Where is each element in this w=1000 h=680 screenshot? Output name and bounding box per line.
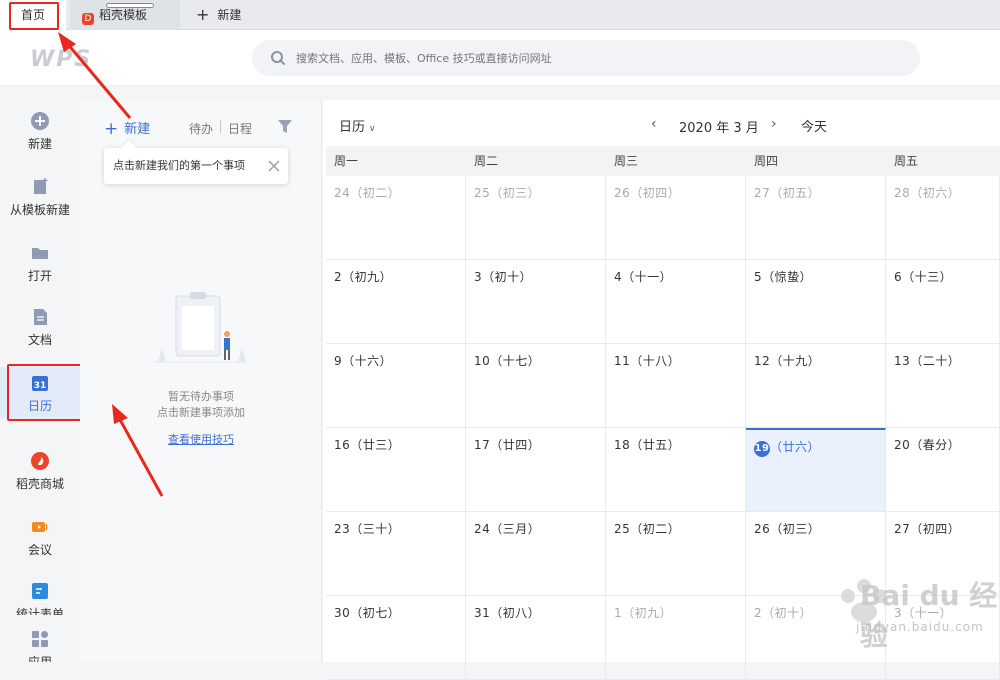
next-month-button[interactable]: › (771, 116, 777, 132)
calendar-day-cell[interactable]: 4（十一） (606, 260, 746, 344)
weekday-label: 周三 (614, 154, 639, 168)
calendar-day-cell[interactable]: 30（初七） (326, 596, 466, 680)
day-label: （廿六） (770, 440, 821, 454)
sidebar-item-label: 稻壳商城 (15, 477, 64, 491)
sidebar-item-label: 打开 (27, 269, 52, 283)
sidebar-item-open[interactable]: 打开 (0, 243, 80, 305)
calendar-day-cell[interactable]: 9（十六） (326, 344, 466, 428)
meeting-icon (32, 522, 48, 532)
sidebar-item-new[interactable]: 新建 (0, 111, 80, 173)
search-icon (271, 51, 286, 66)
empty-clipboard-illustration (154, 292, 246, 363)
calendar-day-cell[interactable]: 12（十九） (746, 344, 886, 428)
apps-icon (32, 631, 48, 647)
calendar-day-cell[interactable]: 1（初九） (606, 596, 746, 680)
calendar-day-cell[interactable]: 25（初二） (606, 512, 746, 596)
tab-schedule[interactable]: 日程 (228, 120, 252, 137)
filter-icon[interactable] (278, 120, 292, 133)
tab-bar: 首页 D 稻壳模板 + 新建 (0, 0, 1000, 30)
calendar-day-cell[interactable]: 31（初八） (466, 596, 606, 680)
chevron-down-icon: ∨ (369, 124, 376, 134)
new-todo-button[interactable]: + 新建 (104, 118, 150, 139)
calendar-day-cell[interactable]: 10（十七） (466, 344, 606, 428)
calendar-day-cell[interactable]: 20（春分） (886, 428, 1000, 512)
tab-loading-indicator (106, 3, 154, 8)
calendar-day-cell[interactable]: 27（初五） (746, 176, 886, 260)
calendar-day-cell[interactable]: 5（惊蛰） (746, 260, 886, 344)
tab-daoke-label: 稻壳模板 (99, 8, 148, 22)
weekday-label: 周四 (754, 154, 779, 168)
search-input[interactable] (296, 40, 896, 76)
tab-todo[interactable]: 待办 (189, 120, 213, 137)
todo-panel: + 新建 待办 日程 点击新建我们的第一个事项 暂无待办事项 点击新建事项添加 查… (80, 100, 322, 662)
sidebar-item-label: 文档 (27, 333, 52, 347)
highlight-home-tab (9, 2, 59, 30)
weekday-header: 周一 周二 周三 周四 周五 (326, 146, 1000, 176)
calendar-view-dropdown[interactable]: 日历 ∨ (339, 116, 376, 135)
sidebar-item-apps[interactable]: 应用 (0, 629, 80, 662)
sidebar-item-meeting[interactable]: 会议 (0, 517, 80, 579)
new-todo-label: 新建 (124, 122, 151, 137)
calendar-day-cell[interactable]: 3（初十） (466, 260, 606, 344)
daoke-store-icon (31, 452, 49, 470)
new-tab-button[interactable]: + 新建 (196, 0, 276, 30)
sidebar-item-label: 从模板新建 (9, 203, 70, 217)
view-label: 日历 (339, 120, 366, 135)
sidebar-item-label: 会议 (27, 543, 52, 557)
calendar-day-cell[interactable]: 28（初六） (886, 176, 1000, 260)
empty-state-hint: 点击新建事项添加 (157, 406, 245, 419)
usage-tips-link[interactable]: 查看使用技巧 (80, 431, 322, 447)
plus-circle-icon (31, 112, 49, 130)
template-icon (34, 178, 48, 194)
watermark-text: Bai du 经验 (860, 579, 998, 652)
sidebar-item-label: 新建 (27, 137, 52, 151)
calendar-day-cell[interactable]: 2（初九） (326, 260, 466, 344)
sidebar-item-from-template[interactable]: 从模板新建 (0, 177, 80, 239)
plus-icon: + (196, 5, 210, 24)
calendar-day-cell[interactable]: 24（三月） (466, 512, 606, 596)
today-marker: 19 (754, 441, 770, 457)
calendar-day-cell[interactable]: 19（廿六） (746, 428, 886, 512)
calendar-day-cell[interactable]: 11（十八） (606, 344, 746, 428)
calendar-day-cell[interactable]: 6（十三） (886, 260, 1000, 344)
form-icon (32, 583, 48, 599)
daoke-logo-icon: D (82, 13, 94, 25)
current-month: 2020 年 3 月 (679, 121, 759, 136)
search-bar[interactable] (252, 40, 920, 76)
empty-state-title: 暂无待办事项 (168, 390, 234, 403)
sidebar-item-label: 应用 (27, 655, 52, 662)
weekday-label: 周五 (894, 154, 919, 168)
close-icon[interactable] (268, 160, 280, 172)
calendar-day-cell[interactable]: 17（廿四） (466, 428, 606, 512)
calendar-day-cell[interactable]: 16（廿三） (326, 428, 466, 512)
tab-divider (220, 120, 221, 133)
first-item-tooltip: 点击新建我们的第一个事项 (104, 139, 288, 184)
document-icon (34, 309, 47, 325)
sidebar-item-daoke-store[interactable]: 稻壳商城 (0, 451, 80, 513)
plus-icon: + (104, 119, 119, 139)
weekday-label: 周二 (474, 154, 499, 168)
header: WPS (0, 30, 1000, 86)
weekday-label: 周一 (334, 154, 359, 168)
today-button[interactable]: 今天 (801, 116, 827, 135)
new-tab-label: 新建 (217, 8, 242, 22)
calendar-day-cell[interactable]: 24（初二） (326, 176, 466, 260)
calendar-day-cell[interactable]: 23（三十） (326, 512, 466, 596)
sidebar-item-label: 统计表单 (15, 607, 64, 615)
tooltip-text: 点击新建我们的第一个事项 (113, 159, 245, 172)
folder-icon (32, 248, 48, 259)
watermark-url: jingyan.baidu.com (856, 620, 984, 634)
wps-logo: WPS (30, 47, 93, 72)
sidebar-item-form[interactable]: 统计表单 (0, 581, 80, 615)
sidebar-item-documents[interactable]: 文档 (0, 307, 80, 369)
calendar-day-cell[interactable]: 25（初三） (466, 176, 606, 260)
prev-month-button[interactable]: ‹ (651, 116, 657, 132)
calendar-day-cell[interactable]: 18（廿五） (606, 428, 746, 512)
calendar-day-cell[interactable]: 13（二十） (886, 344, 1000, 428)
calendar-day-cell[interactable]: 26（初四） (606, 176, 746, 260)
tooltip-arrow (121, 139, 137, 155)
tab-daoke-template[interactable]: D 稻壳模板 (70, 0, 180, 30)
